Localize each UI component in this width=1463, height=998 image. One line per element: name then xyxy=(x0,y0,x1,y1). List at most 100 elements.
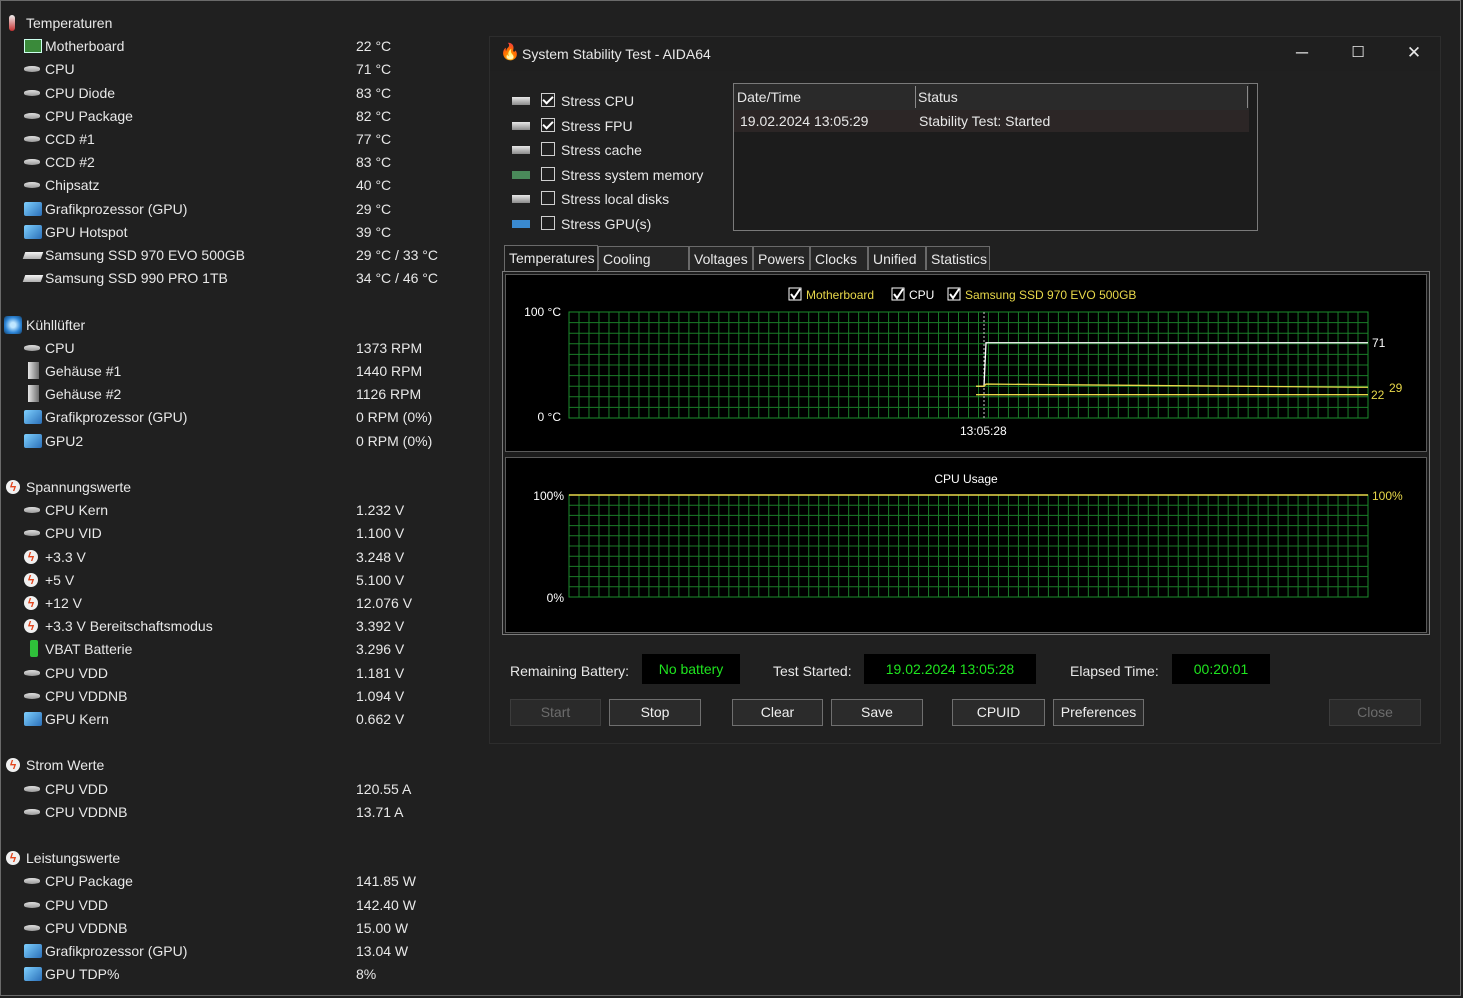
title-bar[interactable]: 🔥 System Stability Test - AIDA64 ─ ☐ ✕ xyxy=(490,37,1440,71)
sensor-label: CPU VDDNB xyxy=(45,920,128,936)
sensor-label: +5 V xyxy=(45,572,75,588)
sensor-row[interactable]: Chipsatz 40 °C xyxy=(4,174,484,196)
legend-label: CPU xyxy=(909,288,934,302)
gpu-icon xyxy=(24,967,42,981)
sensor-value: 1126 RPM xyxy=(356,386,422,402)
legend-label: Motherboard xyxy=(806,288,874,302)
sensor-value: 142.40 W xyxy=(356,897,416,913)
sensor-row[interactable]: Samsung SSD 970 EVO 500GB 29 °C / 33 °C xyxy=(4,244,484,266)
stress-option[interactable]: Stress FPU xyxy=(506,114,706,138)
log-column-datetime[interactable]: Date/Time xyxy=(737,84,801,110)
sensor-row[interactable]: CCD #1 77 °C xyxy=(4,128,484,150)
sensor-row[interactable]: ϟ +3.3 V Bereitschaftsmodus 3.392 V xyxy=(4,615,484,637)
sensor-row[interactable]: GPU Kern 0.662 V xyxy=(4,708,484,730)
sensor-row[interactable]: CPU VDD 1.181 V xyxy=(4,662,484,684)
stress-checkbox[interactable] xyxy=(541,93,555,107)
log-column-status[interactable]: Status xyxy=(918,84,958,110)
sensor-row[interactable]: GPU Hotspot 39 °C xyxy=(4,221,484,243)
tab-clocks[interactable]: Clocks xyxy=(810,246,868,270)
save-button[interactable]: Save xyxy=(831,699,923,726)
voltage-icon: ϟ xyxy=(24,619,38,633)
stress-option[interactable]: Stress system memory xyxy=(506,163,706,187)
sensor-row[interactable]: ϟ +12 V 12.076 V xyxy=(4,592,484,614)
sensor-row[interactable]: CPU 1373 RPM xyxy=(4,337,484,359)
motherboard-end-value-label: 22 xyxy=(1371,388,1385,402)
sensor-label: CPU VID xyxy=(45,525,102,541)
sensor-row[interactable]: Grafikprozessor (GPU) 29 °C xyxy=(4,198,484,220)
elapsed-time-value: 00:20:01 xyxy=(1172,654,1270,684)
sensor-row[interactable]: CPU VDD 142.40 W xyxy=(4,894,484,916)
stress-option[interactable]: Stress CPU xyxy=(506,89,706,113)
maximize-button[interactable]: ☐ xyxy=(1330,37,1386,71)
sensor-row[interactable]: GPU TDP% 8% xyxy=(4,963,484,985)
sensor-label: GPU Hotspot xyxy=(45,224,128,240)
sensor-value: 1.181 V xyxy=(356,665,405,681)
clear-button[interactable]: Clear xyxy=(732,699,823,726)
sensor-value: 1440 RPM xyxy=(356,363,423,379)
minimize-button[interactable]: ─ xyxy=(1274,37,1330,71)
sensor-row[interactable]: Gehäuse #1 1440 RPM xyxy=(4,360,484,382)
test-started-label: Test Started: xyxy=(773,663,852,679)
sensor-row[interactable]: CPU VDDNB 13.71 A xyxy=(4,801,484,823)
sensor-row[interactable]: CPU VID 1.100 V xyxy=(4,522,484,544)
sensor-row[interactable]: CPU VDD 120.55 A xyxy=(4,778,484,800)
gpu-icon xyxy=(24,712,42,726)
sensor-row[interactable]: CPU Kern 1.232 V xyxy=(4,499,484,521)
sensor-row[interactable]: Grafikprozessor (GPU) 0 RPM (0%) xyxy=(4,406,484,428)
tab-temperatures[interactable]: Temperatures xyxy=(504,245,598,271)
stress-option[interactable]: Stress local disks xyxy=(506,187,706,211)
close-window-button[interactable]: ✕ xyxy=(1386,37,1442,71)
sensor-value: 1373 RPM xyxy=(356,340,423,356)
disk-icon xyxy=(22,275,44,282)
sensor-value: 12.076 V xyxy=(356,595,413,611)
stress-checkbox[interactable] xyxy=(541,191,555,205)
sensor-row[interactable]: CPU VDDNB 15.00 W xyxy=(4,917,484,939)
sensor-row[interactable]: CPU Package 82 °C xyxy=(4,105,484,127)
tab-cooling-fans[interactable]: Cooling Fans xyxy=(598,246,689,291)
stress-checkbox[interactable] xyxy=(541,142,555,156)
sensor-row[interactable]: ϟ +3.3 V 3.248 V xyxy=(4,546,484,568)
sensor-row[interactable]: CPU Diode 83 °C xyxy=(4,82,484,104)
sensor-row[interactable]: ϟ +5 V 5.100 V xyxy=(4,569,484,591)
sensor-row[interactable]: VBAT Batterie 3.296 V xyxy=(4,638,484,660)
chip-icon xyxy=(24,182,40,188)
sensor-row[interactable]: CPU Package 141.85 W xyxy=(4,870,484,892)
stress-checkbox[interactable] xyxy=(541,167,555,181)
cpuid-button[interactable]: CPUID xyxy=(952,699,1045,726)
close-button[interactable]: Close xyxy=(1329,699,1421,726)
aida64-flame-icon: 🔥 xyxy=(500,44,520,61)
fan-icon xyxy=(4,316,22,334)
sensor-row[interactable]: Motherboard 22 °C xyxy=(4,35,484,57)
sensor-row[interactable]: Gehäuse #2 1126 RPM xyxy=(4,383,484,405)
remaining-battery-value: No battery xyxy=(642,654,740,684)
stress-option-label: Stress local disks xyxy=(561,191,670,207)
sensor-row[interactable]: Grafikprozessor (GPU) 13.04 W xyxy=(4,940,484,962)
preferences-button[interactable]: Preferences xyxy=(1053,699,1144,726)
tab-unified[interactable]: Unified xyxy=(868,246,926,270)
log-column-divider[interactable] xyxy=(915,86,916,108)
stop-button[interactable]: Stop xyxy=(609,699,701,726)
tab-powers[interactable]: Powers xyxy=(753,246,810,270)
tab-voltages[interactable]: Voltages xyxy=(689,246,753,270)
battery-icon xyxy=(30,640,38,657)
stress-checkbox[interactable] xyxy=(541,216,555,230)
start-button[interactable]: Start xyxy=(510,699,601,726)
status-log[interactable]: Date/Time Status 19.02.2024 13:05:29 Sta… xyxy=(733,83,1258,231)
sensor-label: Gehäuse #1 xyxy=(45,363,122,379)
stress-option-label: Stress cache xyxy=(561,142,642,158)
sensor-row[interactable]: CPU VDDNB 1.094 V xyxy=(4,685,484,707)
sensor-row[interactable]: Samsung SSD 990 PRO 1TB 34 °C / 46 °C xyxy=(4,267,484,289)
gpu-icon xyxy=(24,944,42,958)
stress-option[interactable]: Stress GPU(s) xyxy=(506,212,706,236)
sensor-row[interactable]: CCD #2 83 °C xyxy=(4,151,484,173)
stress-option[interactable]: Stress cache xyxy=(506,138,706,162)
sensor-row[interactable]: GPU2 0 RPM (0%) xyxy=(4,430,484,452)
tab-statistics[interactable]: Statistics xyxy=(926,246,990,270)
log-row[interactable]: 19.02.2024 13:05:29 Stability Test: Star… xyxy=(734,110,1249,132)
sensor-value: 40 °C xyxy=(356,177,392,193)
sensor-label: CPU VDDNB xyxy=(45,804,128,820)
sensor-row[interactable]: CPU 71 °C xyxy=(4,58,484,80)
stress-checkbox[interactable] xyxy=(541,118,555,132)
sensor-label: +12 V xyxy=(45,595,82,611)
log-column-divider[interactable] xyxy=(1247,86,1248,108)
